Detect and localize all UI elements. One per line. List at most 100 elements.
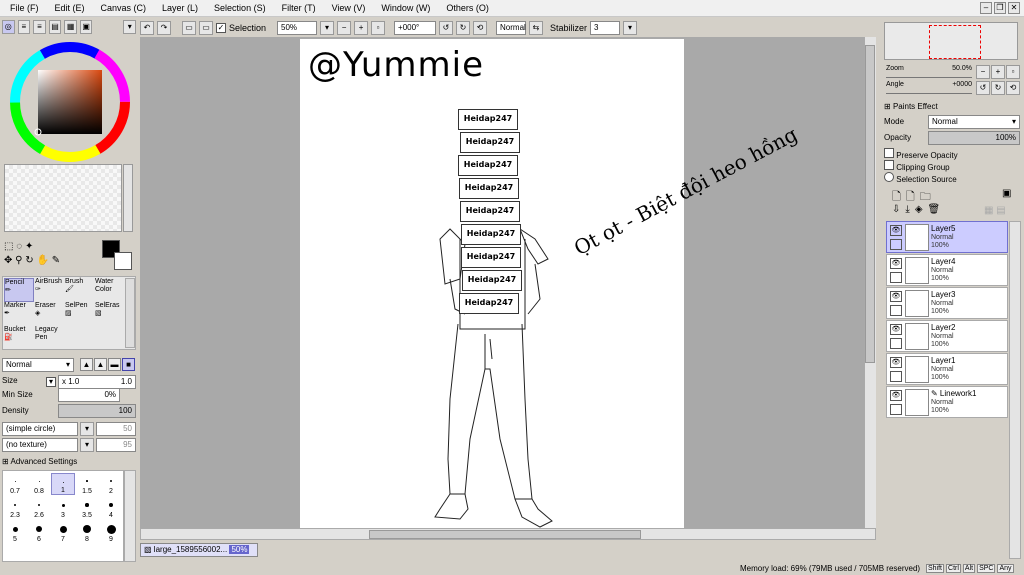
size-preset-scrollbar[interactable] xyxy=(124,470,136,562)
vertical-scroll-thumb[interactable] xyxy=(865,45,875,363)
rotate-right-icon[interactable]: ↻ xyxy=(456,20,471,35)
tool-eraser[interactable]: Eraser ◈ xyxy=(35,302,65,326)
move-icon[interactable]: ✥ xyxy=(4,255,12,266)
layer-lock-icon[interactable] xyxy=(890,239,902,250)
paints-effect-toggle[interactable]: ⊞ Paints Effect xyxy=(884,102,938,111)
menu-others[interactable]: Others (O) xyxy=(436,3,495,13)
delete-layer-icon[interactable]: 🗑 xyxy=(928,204,941,215)
zoom-in-icon[interactable]: + xyxy=(354,20,369,35)
layer-lock-icon[interactable] xyxy=(890,404,902,415)
document-tab[interactable]: ▧ large_1589556002... 50% xyxy=(140,543,258,557)
tip-shape-4-icon[interactable]: ■ xyxy=(122,358,135,371)
minsize-field[interactable]: 0% xyxy=(58,388,120,402)
menu-canvas[interactable]: Canvas (C) xyxy=(91,3,153,13)
minimize-icon[interactable]: – xyxy=(980,2,992,14)
layer-item[interactable]: 👁 Layer5 Normal 100% xyxy=(886,221,1008,253)
texture-strength[interactable]: 95 xyxy=(96,438,136,452)
invert-selection-icon[interactable]: ▭ xyxy=(199,20,213,35)
tool-marker[interactable]: Marker ✒ xyxy=(4,302,34,326)
view-blend-field[interactable]: Normal xyxy=(496,20,527,35)
size-preset[interactable]: 1 xyxy=(51,473,75,495)
tool-brush[interactable]: Brush 🖌 xyxy=(65,278,95,302)
color-wheel[interactable] xyxy=(8,40,132,164)
flip-icon[interactable]: ⇆ xyxy=(529,20,544,35)
layer-list-scrollbar[interactable] xyxy=(1009,221,1021,559)
restore-icon[interactable]: ❐ xyxy=(994,2,1006,14)
layer-opacity-slider[interactable]: 100% xyxy=(928,131,1020,145)
tool-watercolor[interactable]: Water Color xyxy=(95,278,125,302)
layer-visibility-icon[interactable]: 👁 xyxy=(890,225,902,236)
size-preset[interactable]: 5 xyxy=(3,521,27,543)
layer-visibility-icon[interactable]: 👁 xyxy=(890,291,902,302)
nav-zoom-reset-icon[interactable]: ▫ xyxy=(1006,65,1020,79)
layer-item[interactable]: 👁 Layer2 Normal 100% xyxy=(886,320,1008,352)
background-color[interactable] xyxy=(114,252,132,270)
tip-shape-2-icon[interactable]: ▲ xyxy=(94,358,107,371)
nav-zoom-slider[interactable] xyxy=(886,74,972,78)
nav-angle-slider[interactable] xyxy=(886,90,972,94)
canvas-viewport[interactable]: @Yummie Heidap247 Heidap247 Heidap247 Heida… xyxy=(140,37,876,528)
layer-visibility-icon[interactable]: 👁 xyxy=(890,357,902,368)
selection-source-option[interactable]: Selection Source xyxy=(884,172,957,184)
menu-file[interactable]: File (F) xyxy=(0,3,45,13)
nav-zoom-out-icon[interactable]: − xyxy=(976,65,990,79)
tip-shape-3-icon[interactable]: ▬ xyxy=(108,358,121,371)
size-preset[interactable]: 0.8 xyxy=(27,473,51,495)
redo-icon[interactable]: ↷ xyxy=(157,20,171,35)
size-preset[interactable]: 1.5 xyxy=(75,473,99,495)
size-preset[interactable]: 8 xyxy=(75,521,99,543)
selection-checkbox[interactable]: ✓ xyxy=(216,22,226,33)
menu-filter[interactable]: Filter (T) xyxy=(272,3,322,13)
nav-rotate-right-icon[interactable]: ↻ xyxy=(991,81,1005,95)
zoom-reset-icon[interactable]: ▫ xyxy=(371,20,386,35)
drawing-canvas[interactable]: @Yummie Heidap247 Heidap247 Heidap247 Heida… xyxy=(300,39,801,528)
layer-mode-select[interactable]: Normal ▾ xyxy=(928,115,1020,129)
brush-blend-select[interactable]: Normal ▾ xyxy=(2,358,74,372)
layer-item[interactable]: 👁 Layer1 Normal 100% xyxy=(886,353,1008,385)
layer-item[interactable]: 👁 ✎ Linework1 Normal 100% xyxy=(886,386,1008,418)
menu-window[interactable]: Window (W) xyxy=(371,3,436,13)
tool-scrollbar[interactable] xyxy=(125,278,135,348)
transfer-down-icon[interactable]: ⇩ xyxy=(892,204,900,215)
clipping-group-checkbox[interactable] xyxy=(884,160,894,170)
layer-lock-icon[interactable] xyxy=(890,272,902,283)
tool-legacy-pen[interactable]: Legacy Pen xyxy=(35,326,65,350)
menu-view[interactable]: View (V) xyxy=(322,3,372,13)
tool-airbrush[interactable]: AirBrush ✑ xyxy=(35,278,65,302)
panel-menu-icon[interactable]: ▾ xyxy=(123,20,137,34)
canvas-vertical-scrollbar[interactable] xyxy=(864,37,876,528)
lasso-icon[interactable]: ◌ xyxy=(16,241,22,252)
eyedropper-icon[interactable]: ✎ xyxy=(52,255,60,266)
size-preset[interactable]: 0.7 xyxy=(3,473,27,495)
layer-visibility-icon[interactable]: 👁 xyxy=(890,324,902,335)
layer-lock-icon[interactable] xyxy=(890,371,902,382)
advanced-settings[interactable]: ⊞ Advanced Settings xyxy=(2,457,77,466)
size-field[interactable]: x 1.0 1.0 xyxy=(58,375,136,389)
tool-selpen[interactable]: SelPen ▨ xyxy=(65,302,95,326)
scratchpad-scrollbar[interactable] xyxy=(123,164,133,232)
rotate-icon[interactable]: ↻ xyxy=(25,255,33,266)
tool-seleras[interactable]: SelEras ▧ xyxy=(95,302,125,326)
rgb-slider-icon[interactable]: ≡ xyxy=(17,20,31,34)
nav-zoom-in-icon[interactable]: + xyxy=(991,65,1005,79)
layer-lock-icon[interactable] xyxy=(890,338,902,349)
layer-lock-icon[interactable] xyxy=(890,305,902,316)
menu-selection[interactable]: Selection (S) xyxy=(204,3,272,13)
menu-edit[interactable]: Edit (E) xyxy=(45,3,91,13)
size-preset[interactable]: 3.5 xyxy=(75,497,99,519)
zoom-field[interactable]: 50% xyxy=(277,20,318,35)
zoom-dropdown-icon[interactable]: ▾ xyxy=(320,20,335,35)
size-preset[interactable]: 7 xyxy=(51,521,75,543)
texture-select[interactable]: (no texture) xyxy=(2,438,78,452)
preserve-opacity-checkbox[interactable] xyxy=(884,148,894,158)
clipping-group-option[interactable]: Clipping Group xyxy=(884,160,950,172)
rotation-field[interactable]: +000° xyxy=(394,20,437,35)
deselect-icon[interactable]: ▭ xyxy=(182,20,196,35)
stabilizer-dropdown-icon[interactable]: ▾ xyxy=(623,20,638,35)
menu-layer[interactable]: Layer (L) xyxy=(152,3,204,13)
magic-wand-icon[interactable]: ✦ xyxy=(25,241,33,252)
rotate-reset-icon[interactable]: ⟲ xyxy=(473,20,488,35)
size-preset[interactable]: 3 xyxy=(51,497,75,519)
size-preset[interactable]: 2 xyxy=(99,473,123,495)
color-wheel-icon[interactable]: ◎ xyxy=(2,20,15,34)
